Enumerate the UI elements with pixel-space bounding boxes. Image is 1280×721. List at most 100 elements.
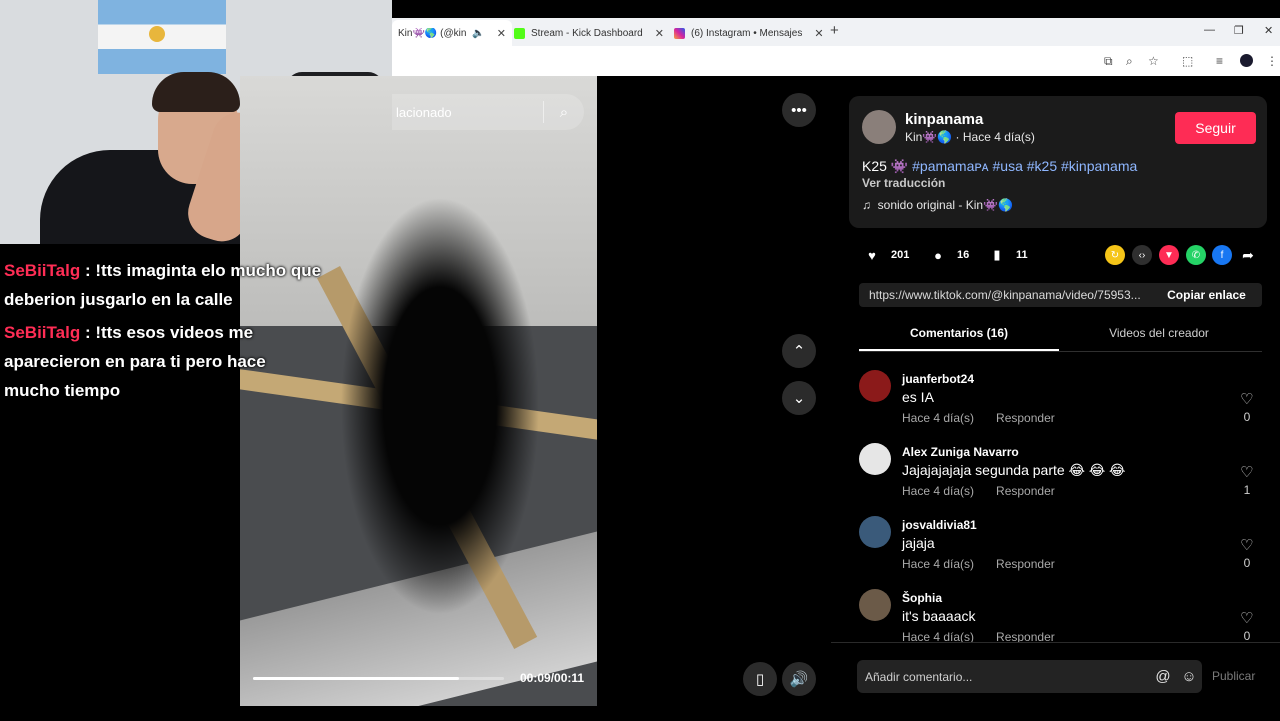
follow-button[interactable]: Seguir	[1175, 112, 1256, 144]
heart-icon: ♥	[868, 247, 876, 263]
comment-item: Alex Zuniga Navarro Jajajajajaja segunda…	[859, 439, 1262, 512]
comment-text: it's baaaack	[902, 608, 976, 624]
like-heart-icon[interactable]: ♡	[1240, 536, 1253, 554]
streamer-hair	[152, 72, 240, 112]
chat-username: SeBiiTalg	[4, 323, 81, 342]
minimize-button[interactable]: —	[1204, 24, 1215, 36]
comment-item: Šophia it's baaaack Hace 4 día(s) Respond…	[859, 585, 1262, 642]
tab-label: (6) Instagram • Mensajes	[691, 27, 803, 39]
send-icon[interactable]: ▼	[1159, 245, 1179, 265]
comment-time: Hace 4 día(s)	[902, 557, 975, 571]
like-heart-icon[interactable]: ♡	[1240, 463, 1253, 481]
close-tab-icon[interactable]: ✕	[655, 27, 664, 40]
chat-message: SeBiiTalg : !tts esos videos me aparecie…	[4, 318, 324, 405]
video-progress-bar[interactable]	[253, 677, 504, 680]
commenter-name[interactable]: Alex Zuniga Navarro	[902, 445, 1019, 459]
menu-icon[interactable]: ⋮	[1266, 54, 1278, 68]
commenter-avatar[interactable]	[859, 516, 891, 548]
comment-placeholder: Añadir comentario...	[865, 669, 973, 684]
media-icon[interactable]: ≡	[1216, 54, 1223, 68]
commenter-avatar[interactable]	[859, 443, 891, 475]
comment-text: jajaja	[902, 535, 935, 551]
search-icon[interactable]: ⌕	[544, 104, 584, 121]
comment-meta: Hace 4 día(s) Responder	[902, 411, 1077, 425]
caption-hashtags[interactable]: #pamamaᴘᴀ #usa #k25 #kinpanama	[912, 158, 1137, 174]
creator-subtitle: Kin👾🌎 · Hace 4 día(s)	[905, 130, 1035, 144]
video-subject	[340, 196, 540, 616]
commenter-name[interactable]: Šophia	[902, 591, 942, 605]
volume-icon[interactable]: 🔊	[782, 662, 816, 696]
browser-tab-bar: Kin👾🌎 (@kinpanam 🔈 ✕ Stream - Kick Dashb…	[392, 18, 1280, 46]
tab-label: Stream - Kick Dashboard	[531, 27, 643, 39]
browser-toolbar: ⧉ ⌕ ☆ ⬚ ≡ ⋮	[392, 46, 1280, 76]
embed-icon[interactable]: ‹›	[1132, 245, 1152, 265]
comment-stat[interactable]: ● 16	[927, 244, 969, 266]
publish-button[interactable]: Publicar	[1212, 669, 1255, 683]
translate-link[interactable]: Ver traducción	[862, 176, 945, 190]
bookmark-icon: ▮	[993, 247, 1001, 262]
mention-icon[interactable]: @	[1150, 668, 1176, 685]
floating-player-icon[interactable]: ▯	[743, 662, 777, 696]
previous-video-button[interactable]: ⌃	[782, 334, 816, 368]
reply-button[interactable]: Responder	[996, 630, 1055, 642]
like-count: 201	[891, 249, 910, 261]
whatsapp-icon[interactable]: ✆	[1186, 245, 1206, 265]
more-options-icon[interactable]: •••	[782, 93, 816, 127]
panel-tabs: Comentarios (16) Videos del creador	[859, 320, 1262, 352]
flag-sun	[149, 26, 165, 42]
video-link-url[interactable]: https://www.tiktok.com/@kinpanama/video/…	[859, 288, 1151, 302]
chat-message: SeBiiTalg : !tts imaginta elo mucho que …	[4, 256, 324, 314]
comment-meta: Hace 4 día(s) Responder	[902, 630, 1077, 642]
emoji-icon[interactable]: ☺	[1176, 668, 1202, 685]
stream-chat-overlay: SeBiiTalg : !tts imaginta elo mucho que …	[4, 256, 324, 409]
close-tab-icon[interactable]: ✕	[814, 27, 823, 40]
tab-instagram[interactable]: (6) Instagram • Mensajes ✕	[674, 22, 824, 44]
commenter-name[interactable]: josvaldivia81	[902, 518, 977, 532]
close-window-button[interactable]: ✕	[1264, 24, 1273, 37]
repost-icon[interactable]: ↻	[1105, 245, 1125, 265]
copy-link-button[interactable]: Copiar enlace	[1151, 288, 1262, 302]
sound-link[interactable]: ♫ sonido original - Kin👾🌎	[862, 198, 1013, 212]
video-progress-fill	[253, 677, 459, 680]
save-stat[interactable]: ▮ 11	[986, 244, 1027, 266]
cast-icon[interactable]: ⧉	[1104, 54, 1113, 69]
reply-button[interactable]: Responder	[996, 557, 1055, 571]
commenter-name[interactable]: juanferbot24	[902, 372, 974, 386]
reply-button[interactable]: Responder	[996, 411, 1055, 425]
new-tab-button[interactable]: +	[830, 22, 839, 39]
comment-meta: Hace 4 día(s) Responder	[902, 484, 1077, 498]
commenter-avatar[interactable]	[859, 370, 891, 402]
tab-comments[interactable]: Comentarios (16)	[859, 326, 1059, 340]
active-tab-underline	[859, 349, 1059, 351]
next-video-button[interactable]: ⌄	[782, 381, 816, 415]
creator-username[interactable]: kinpanama	[905, 111, 983, 128]
comment-meta: Hace 4 día(s) Responder	[902, 557, 1077, 571]
profile-avatar-icon[interactable]	[1240, 54, 1253, 67]
extensions-icon[interactable]: ⬚	[1182, 54, 1193, 68]
share-arrow-icon[interactable]: ➦	[1238, 245, 1258, 265]
zoom-icon[interactable]: ⌕	[1126, 54, 1133, 69]
comment-input[interactable]: Añadir comentario... @ ☺	[857, 660, 1202, 693]
music-note-icon: ♫	[862, 198, 871, 212]
tab-label: Kin👾🌎 (@kinpanam	[398, 27, 467, 39]
tab-creator-videos[interactable]: Videos del creador	[1059, 326, 1259, 340]
creator-avatar[interactable]	[862, 110, 896, 144]
related-search-bar[interactable]: lacionado ⌕	[392, 94, 584, 130]
restore-button[interactable]: ❐	[1234, 24, 1244, 37]
like-heart-icon[interactable]: ♡	[1240, 390, 1253, 408]
like-stat[interactable]: ♥ 201	[861, 244, 909, 266]
tab-tiktok[interactable]: Kin👾🌎 (@kinpanam 🔈 ✕	[392, 20, 512, 46]
tab-kick[interactable]: Stream - Kick Dashboard ✕	[514, 22, 664, 44]
reply-button[interactable]: Responder	[996, 484, 1055, 498]
comment-bubble-icon: ●	[934, 247, 942, 263]
like-heart-icon[interactable]: ♡	[1240, 609, 1253, 627]
comment-count: 16	[957, 249, 970, 261]
comment-time: Hace 4 día(s)	[902, 411, 975, 425]
kick-icon	[514, 27, 525, 39]
post-caption: K25 👾 #pamamaᴘᴀ #usa #k25 #kinpanama	[862, 158, 1137, 175]
chat-username: SeBiiTalg	[4, 261, 81, 280]
bookmark-star-icon[interactable]: ☆	[1148, 54, 1159, 68]
commenter-avatar[interactable]	[859, 589, 891, 621]
facebook-icon[interactable]: f	[1212, 245, 1232, 265]
close-tab-icon[interactable]: ✕	[497, 27, 506, 40]
